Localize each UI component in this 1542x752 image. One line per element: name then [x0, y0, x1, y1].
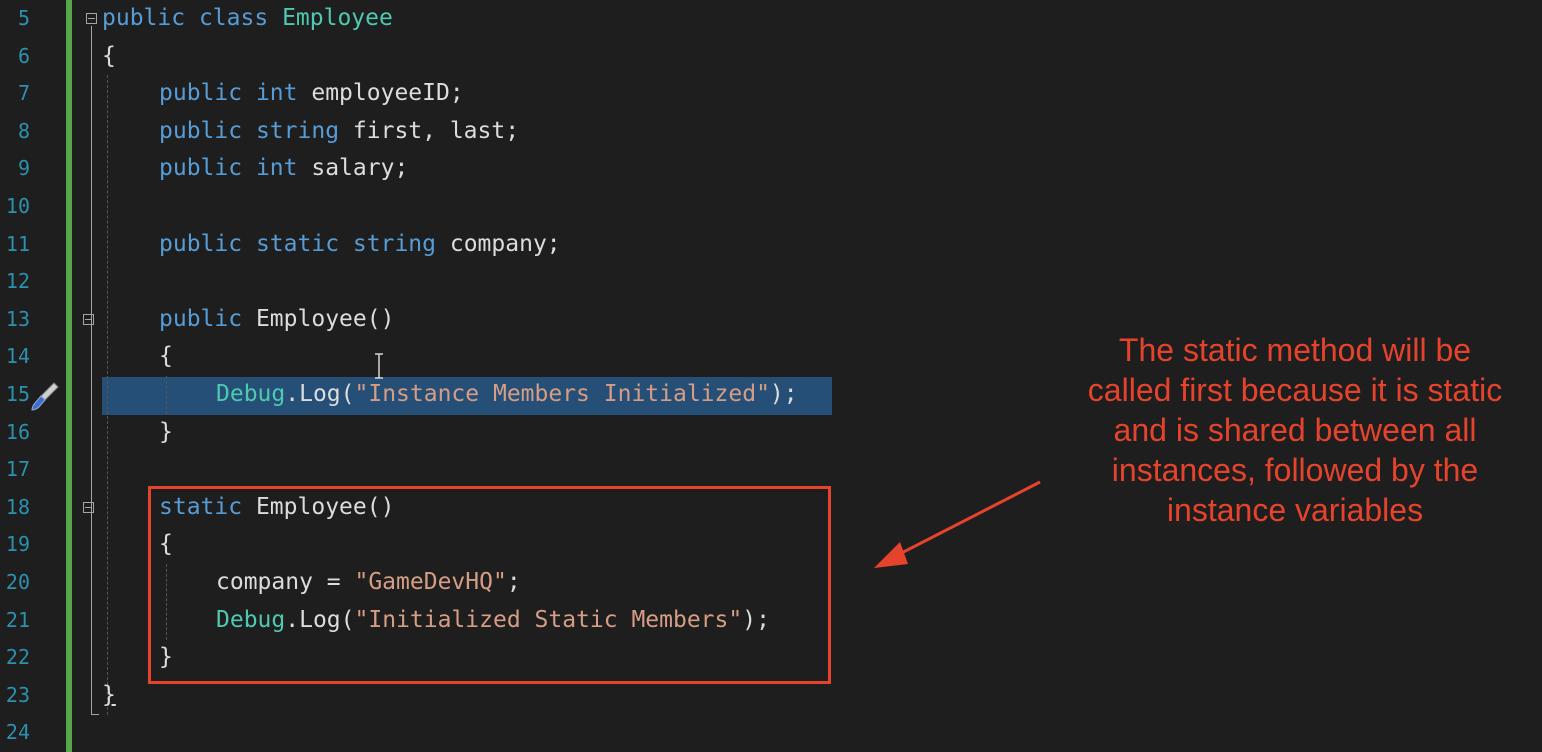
keyword: public	[159, 117, 243, 144]
code-line-7[interactable]: public int employeeID;	[159, 75, 464, 113]
line-number: 17	[5, 457, 30, 482]
line-number: 24	[5, 720, 30, 745]
code-line-9[interactable]: public int salary;	[159, 150, 408, 188]
line-number: 16	[5, 419, 30, 444]
code-editor[interactable]: 5 6 7 8 9 10 11 12 13 14 15 16 17 18 19 …	[0, 0, 1542, 752]
keyword: public	[159, 305, 243, 332]
annotation-arrow-icon	[874, 480, 1041, 568]
identifier: company;	[449, 230, 561, 257]
line-number: 12	[5, 269, 30, 294]
identifier: first, last;	[352, 117, 520, 144]
keyword: int	[255, 80, 298, 107]
line-number: 9	[17, 156, 30, 181]
collapse-icon[interactable]	[83, 502, 94, 513]
keyword: static	[255, 230, 340, 257]
line-number: 7	[17, 81, 30, 106]
text-cursor-icon	[375, 353, 383, 379]
line-number: 11	[5, 231, 30, 256]
code-line-6[interactable]: {	[102, 38, 116, 76]
code-line-11[interactable]: public static string company;	[159, 226, 561, 264]
line-number: 6	[17, 43, 30, 68]
annotation-text: The static method will be called first b…	[1087, 332, 1503, 528]
indent-guide	[166, 376, 167, 414]
brace: {	[159, 343, 173, 370]
collapse-icon[interactable]	[86, 13, 97, 24]
change-tracking-bar	[66, 0, 72, 752]
brace: {	[102, 42, 116, 69]
line-number: 10	[5, 194, 30, 218]
identifier: employeeID;	[311, 80, 464, 107]
line-number: 19	[5, 532, 30, 557]
code-line-23[interactable]: }	[102, 677, 116, 715]
line-number: 14	[5, 344, 30, 369]
keyword: class	[198, 5, 269, 31]
collapse-icon[interactable]	[83, 314, 94, 325]
line-number: 18	[5, 494, 30, 519]
keyword: string	[255, 117, 340, 144]
fold-guide	[91, 26, 92, 714]
indent-guide	[107, 75, 108, 715]
identifier: );	[769, 381, 798, 407]
string-literal: "Instance Members Initialized"	[354, 381, 770, 407]
line-number: 23	[5, 682, 30, 707]
code-line-15[interactable]: Debug.Log("Instance Members Initialized"…	[216, 376, 798, 414]
line-number: 22	[5, 645, 30, 670]
fold-guide-end	[91, 714, 99, 715]
code-line-16[interactable]: }	[159, 414, 173, 452]
keyword: int	[255, 155, 298, 182]
annotation-highlight-box	[148, 486, 831, 684]
line-number: 13	[5, 306, 30, 331]
code-line-5[interactable]: public class Employee	[102, 0, 393, 38]
class-name: Employee	[282, 5, 393, 31]
line-number: 21	[5, 607, 30, 632]
keyword: public	[159, 230, 243, 257]
identifier: .Log(	[285, 381, 355, 407]
brace: }	[159, 418, 173, 445]
code-line-8[interactable]: public string first, last;	[159, 113, 519, 151]
line-number: 20	[5, 570, 30, 594]
code-line-13[interactable]: public Employee()	[159, 301, 394, 339]
line-number: 5	[17, 6, 30, 30]
brace: }	[102, 681, 116, 708]
identifier: salary;	[311, 155, 409, 182]
line-number: 15	[5, 382, 30, 406]
keyword: public	[159, 155, 243, 182]
code-line-14[interactable]: {	[159, 338, 173, 376]
keyword: public	[159, 80, 243, 107]
keyword: string	[352, 230, 436, 257]
paintbrush-icon[interactable]	[30, 380, 60, 412]
line-number: 8	[17, 118, 30, 143]
keyword: public	[102, 5, 186, 31]
type-name: Debug	[216, 381, 286, 407]
identifier: Employee()	[255, 305, 395, 332]
